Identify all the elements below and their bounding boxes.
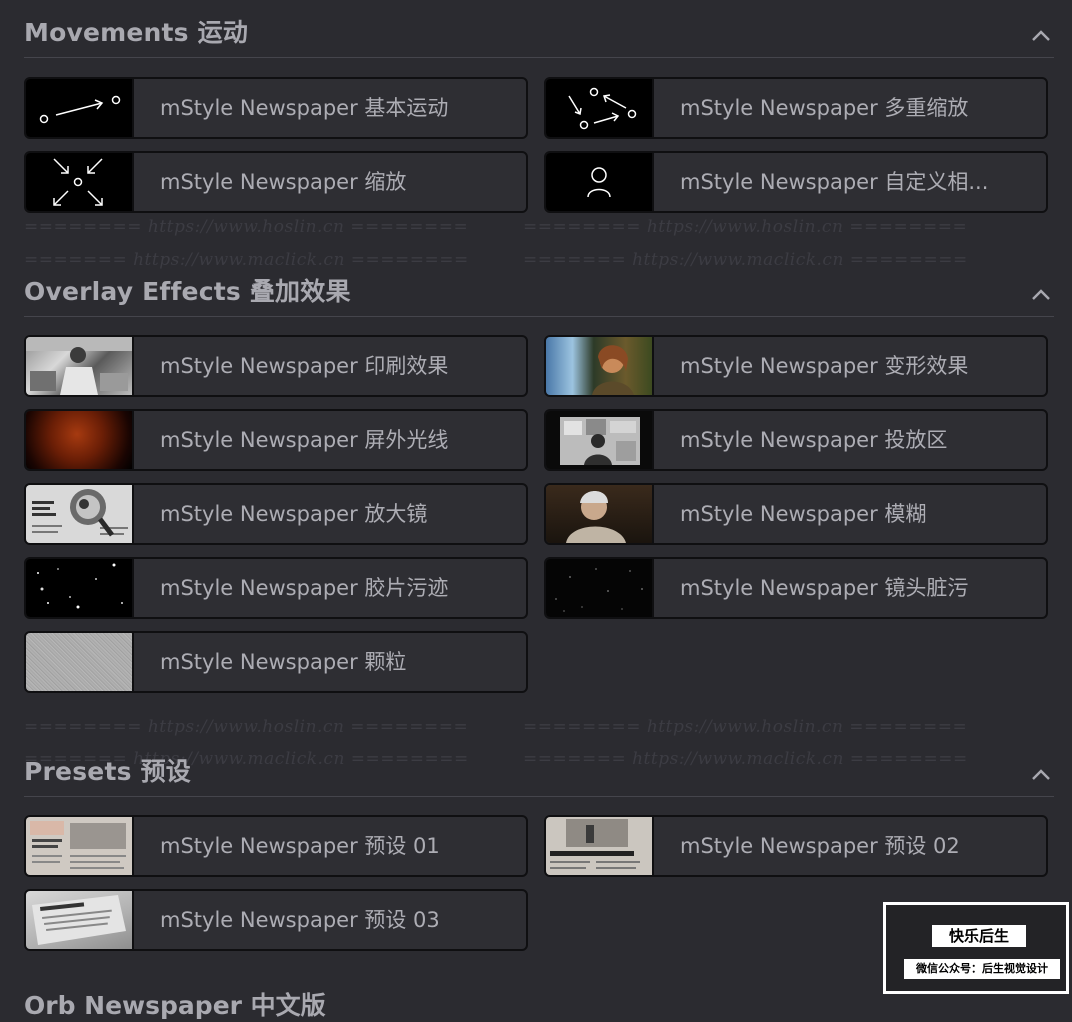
effect-card-label: mStyle Newspaper 放大镜 (160, 502, 428, 526)
effect-card-drop-zone[interactable]: mStyle Newspaper 投放区 (544, 409, 1048, 471)
effect-card-blur[interactable]: mStyle Newspaper 模糊 (544, 483, 1048, 545)
effect-card-label: mStyle Newspaper 变形效果 (680, 354, 969, 378)
effect-card-grain[interactable]: mStyle Newspaper 颗粒 (24, 631, 528, 693)
section-header-presets[interactable]: Presets 预设 (24, 757, 1054, 797)
zoom-arrows-icon (26, 153, 134, 211)
effect-card-film-smudge[interactable]: mStyle Newspaper 胶片污迹 (24, 557, 528, 619)
watermark-maclick: ======= https://www.maclick.cn ======== (523, 250, 968, 270)
effect-card-label: mStyle Newspaper 颗粒 (160, 650, 407, 674)
watermark-hoslin: ======== https://www.hoslin.cn ======== (523, 217, 968, 237)
effect-card-label: mStyle Newspaper 预设 02 (680, 834, 960, 858)
chevron-up-icon[interactable] (1030, 288, 1052, 302)
effect-card-multi-zoom[interactable]: mStyle Newspaper 多重缩放 (544, 77, 1048, 139)
print-effect-thumbnail (26, 337, 134, 395)
preset-01-thumbnail (26, 817, 134, 875)
effect-card-off-screen-light[interactable]: mStyle Newspaper 屏外光线 (24, 409, 528, 471)
watermark-badge: 快乐后生 微信公众号：后生视觉设计 (883, 902, 1069, 994)
effect-card-label: mStyle Newspaper 预设 03 (160, 908, 440, 932)
effect-card-label: mStyle Newspaper 模糊 (680, 502, 927, 526)
distortion-thumbnail (546, 337, 654, 395)
drop-zone-thumbnail (546, 411, 654, 469)
preset-03-thumbnail (26, 891, 134, 949)
watermark-hoslin: ======== https://www.hoslin.cn ======== (24, 217, 469, 237)
light-leak-thumbnail (26, 411, 134, 469)
section-header-movements[interactable]: Movements 运动 (24, 18, 1054, 58)
effect-card-label: mStyle Newspaper 镜头脏污 (680, 576, 969, 600)
effect-card-custom-camera[interactable]: mStyle Newspaper 自定义相... (544, 151, 1048, 213)
lens-dirt-thumbnail (546, 559, 654, 617)
badge-subtitle: 微信公众号：后生视觉设计 (904, 959, 1060, 979)
preset-card-01[interactable]: mStyle Newspaper 预设 01 (24, 815, 528, 877)
preset-card-03[interactable]: mStyle Newspaper 预设 03 (24, 889, 528, 951)
arrow-path-icon (26, 79, 134, 137)
effect-card-lens-dirt[interactable]: mStyle Newspaper 镜头脏污 (544, 557, 1048, 619)
person-icon (546, 153, 654, 211)
effect-card-label: mStyle Newspaper 屏外光线 (160, 428, 449, 452)
preset-02-thumbnail (546, 817, 654, 875)
effect-card-zoom[interactable]: mStyle Newspaper 缩放 (24, 151, 528, 213)
watermark-maclick: ======= https://www.maclick.cn ======== (24, 250, 469, 270)
preset-card-02[interactable]: mStyle Newspaper 预设 02 (544, 815, 1048, 877)
effect-card-label: mStyle Newspaper 自定义相... (680, 170, 989, 194)
film-smudge-thumbnail (26, 559, 134, 617)
blur-thumbnail (546, 485, 654, 543)
effect-card-label: mStyle Newspaper 基本运动 (160, 96, 449, 120)
effect-card-label: mStyle Newspaper 预设 01 (160, 834, 440, 858)
effect-card-label: mStyle Newspaper 投放区 (680, 428, 948, 452)
chevron-up-icon[interactable] (1030, 29, 1052, 43)
section-title-next: Orb Newspaper 中文版 (24, 991, 326, 1020)
section-title-movements: Movements 运动 (24, 18, 249, 47)
grain-thumbnail (26, 633, 134, 691)
magnifier-thumbnail (26, 485, 134, 543)
effect-card-magnifier[interactable]: mStyle Newspaper 放大镜 (24, 483, 528, 545)
watermark-hoslin: ======== https://www.hoslin.cn ======== (523, 717, 968, 737)
multi-arrow-icon (546, 79, 654, 137)
effect-card-label: mStyle Newspaper 胶片污迹 (160, 576, 449, 600)
chevron-up-icon[interactable] (1030, 768, 1052, 782)
effect-card-print-effect[interactable]: mStyle Newspaper 印刷效果 (24, 335, 528, 397)
effect-card-distortion[interactable]: mStyle Newspaper 变形效果 (544, 335, 1048, 397)
effect-card-label: mStyle Newspaper 多重缩放 (680, 96, 969, 120)
effect-card-label: mStyle Newspaper 印刷效果 (160, 354, 449, 378)
section-title-presets: Presets 预设 (24, 757, 191, 786)
section-title-overlay-effects: Overlay Effects 叠加效果 (24, 277, 351, 306)
badge-title: 快乐后生 (932, 925, 1026, 947)
section-header-overlay-effects[interactable]: Overlay Effects 叠加效果 (24, 277, 1054, 317)
effect-card-label: mStyle Newspaper 缩放 (160, 170, 407, 194)
watermark-hoslin: ======== https://www.hoslin.cn ======== (24, 717, 469, 737)
effect-card-basic-movement[interactable]: mStyle Newspaper 基本运动 (24, 77, 528, 139)
